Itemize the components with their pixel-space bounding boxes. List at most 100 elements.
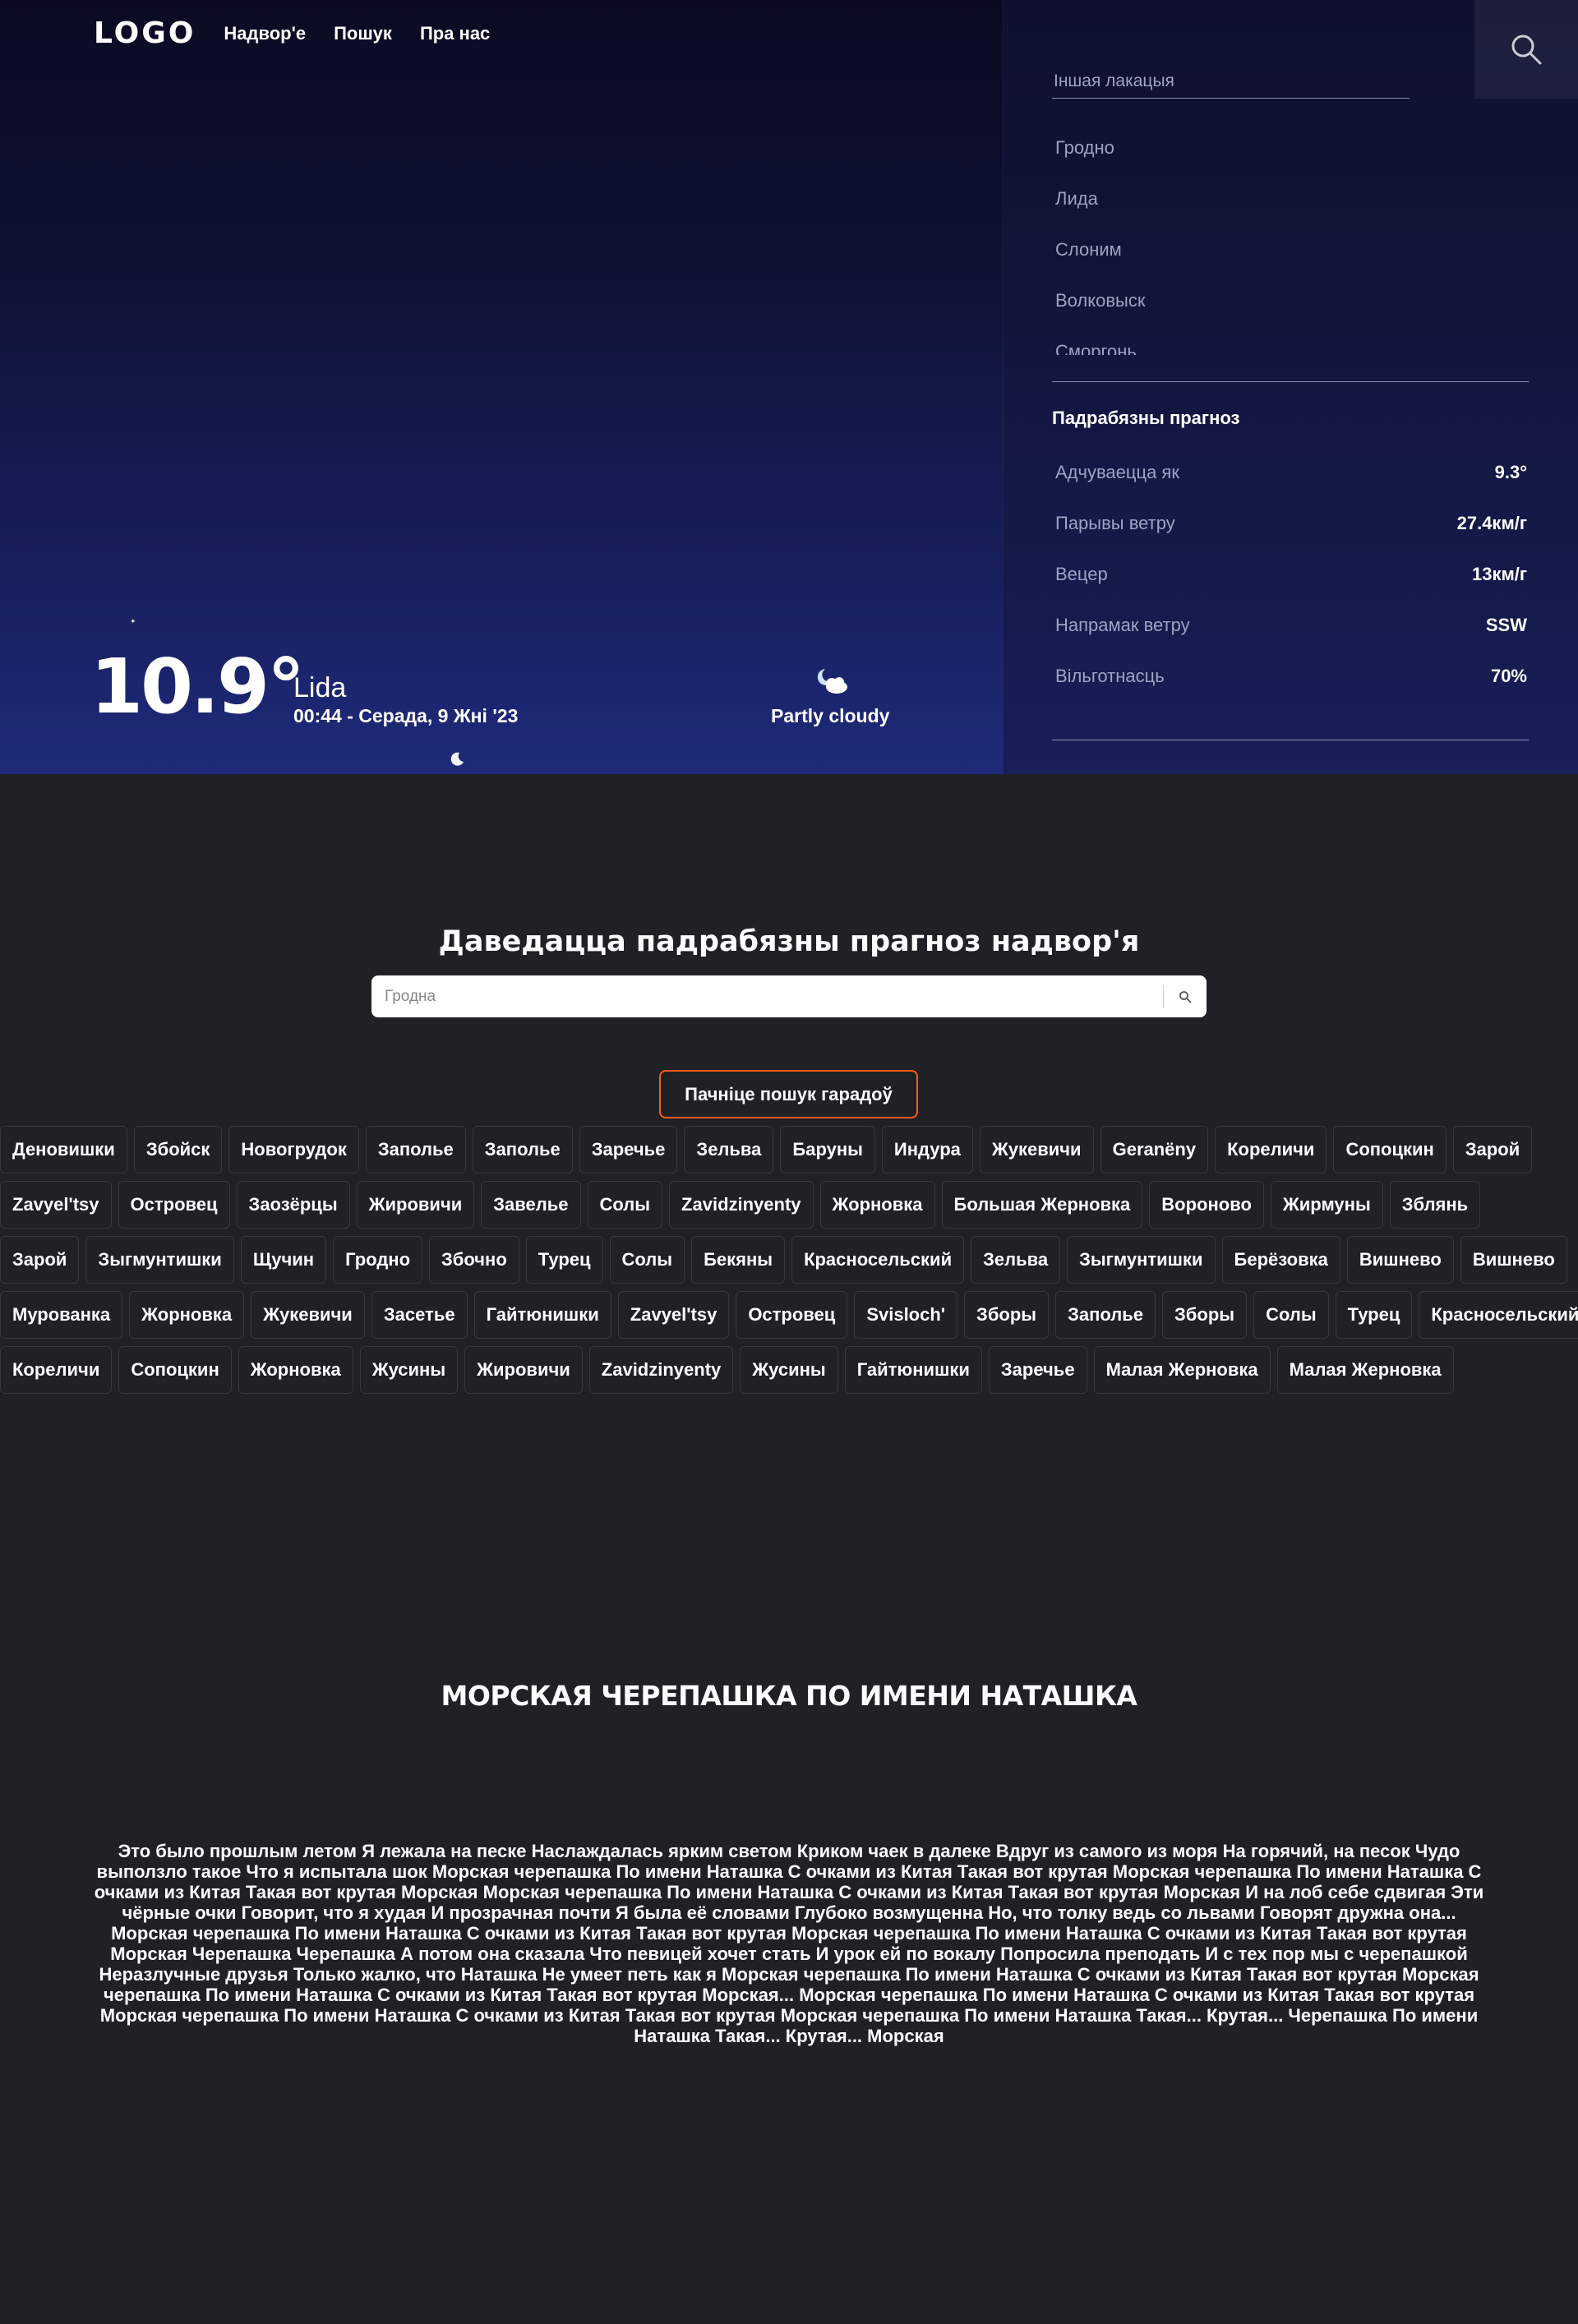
city-chip[interactable]: Сопоцкин bbox=[1333, 1126, 1446, 1174]
location-item[interactable]: Слоним bbox=[1055, 233, 1529, 284]
city-chip[interactable]: Бекяны bbox=[691, 1236, 786, 1284]
hero-section: LOGO Надвор'е Пошук Пра нас ✦ 10.9° Lida… bbox=[0, 0, 1578, 774]
city-chip[interactable]: Жусины bbox=[740, 1346, 838, 1394]
city-chip[interactable]: Жорновка bbox=[819, 1181, 935, 1229]
city-chip[interactable]: Щучин bbox=[240, 1236, 327, 1284]
city-chip[interactable]: Засетье bbox=[371, 1291, 468, 1339]
divider bbox=[1052, 381, 1529, 382]
chip-row: Кореличи Сопоцкин Жорновка Жусины Жирови… bbox=[0, 1346, 1578, 1394]
city-chip[interactable]: Zavyel'tsy bbox=[0, 1181, 112, 1229]
city-chip[interactable]: Большая Жерновка bbox=[941, 1181, 1143, 1229]
city-chip[interactable]: Завелье bbox=[481, 1181, 581, 1229]
city-chip[interactable]: Индура bbox=[881, 1126, 973, 1174]
logo[interactable]: LOGO bbox=[94, 16, 196, 50]
city-chip[interactable]: Зборы bbox=[964, 1291, 1050, 1339]
city-chip[interactable]: Заречье bbox=[579, 1126, 678, 1174]
panel-search-button[interactable] bbox=[1474, 0, 1578, 99]
nav-link-about[interactable]: Пра нас bbox=[420, 23, 490, 44]
city-chip[interactable]: Жирмуны bbox=[1270, 1181, 1383, 1229]
city-chip[interactable]: Жукевичи bbox=[251, 1291, 365, 1339]
city-chip[interactable]: Берёзовка bbox=[1221, 1236, 1340, 1284]
city-chip[interactable]: Geranëny bbox=[1100, 1126, 1209, 1174]
city-chip[interactable]: Гродно bbox=[333, 1236, 423, 1284]
current-city: Lida bbox=[293, 672, 347, 703]
detail-row-feels-like: Адчуваецца як 9.3° bbox=[1055, 462, 1527, 513]
city-chip[interactable]: Збочно bbox=[429, 1236, 519, 1284]
city-chip[interactable]: Жорновка bbox=[238, 1346, 353, 1394]
details-list: Адчуваецца як 9.3° Парывы ветру 27.4км/г… bbox=[1055, 462, 1527, 717]
city-chip[interactable]: Вишнево bbox=[1346, 1236, 1454, 1284]
city-chip[interactable]: Деновишки bbox=[0, 1126, 127, 1174]
city-chip[interactable]: Гайтюнишки bbox=[473, 1291, 611, 1339]
detail-value: 27.4км/г bbox=[1456, 513, 1527, 533]
details-title: Падрабязны прагноз bbox=[1052, 408, 1240, 428]
city-chip[interactable]: Зельва bbox=[971, 1236, 1061, 1284]
city-chip[interactable]: Жировичи bbox=[356, 1181, 475, 1229]
city-chip[interactable]: Жорновка bbox=[129, 1291, 245, 1339]
nav-link-search[interactable]: Пошук bbox=[334, 23, 392, 44]
city-chip[interactable]: Солы bbox=[1253, 1291, 1329, 1339]
city-chip[interactable]: Красносельский bbox=[791, 1236, 965, 1284]
city-chip[interactable]: Турец bbox=[1335, 1291, 1413, 1339]
location-item[interactable]: Гродно bbox=[1055, 131, 1529, 182]
current-datetime: 00:44 - Серада, 9 Жні '23 bbox=[293, 705, 519, 726]
city-search-input[interactable] bbox=[371, 975, 1163, 1017]
city-chip[interactable]: Вороново bbox=[1149, 1181, 1264, 1229]
partly-cloudy-night-icon bbox=[815, 667, 850, 699]
city-chip[interactable]: Zavyel'tsy bbox=[617, 1291, 730, 1339]
other-location-input[interactable] bbox=[1052, 64, 1410, 99]
search-submit-button[interactable] bbox=[1164, 990, 1207, 1003]
city-chip[interactable]: Зельва bbox=[684, 1126, 774, 1174]
city-chip[interactable]: Кореличи bbox=[1215, 1126, 1327, 1174]
moon-icon bbox=[449, 751, 465, 771]
city-chip[interactable]: Svisloch' bbox=[854, 1291, 958, 1339]
city-chip[interactable]: Збойск bbox=[133, 1126, 223, 1174]
location-item[interactable]: Лида bbox=[1055, 182, 1529, 233]
city-chip[interactable]: Заполье bbox=[1055, 1291, 1156, 1339]
location-item[interactable]: Волковыск bbox=[1055, 284, 1529, 335]
city-chip[interactable]: Жировичи bbox=[464, 1346, 583, 1394]
city-chip[interactable]: Заречье bbox=[988, 1346, 1087, 1394]
city-chip[interactable]: Зборы bbox=[1162, 1291, 1248, 1339]
city-chip[interactable]: Кореличи bbox=[0, 1346, 113, 1394]
city-chip[interactable]: Zavidzinyenty bbox=[588, 1346, 734, 1394]
city-chip[interactable]: Островец bbox=[118, 1181, 230, 1229]
city-chip[interactable]: Солы bbox=[587, 1181, 663, 1229]
city-chip[interactable]: Малая Жерновка bbox=[1093, 1346, 1271, 1394]
current-temperature: 10.9° bbox=[90, 643, 305, 731]
city-chip[interactable]: Солы bbox=[609, 1236, 685, 1284]
city-chip[interactable]: Зарой bbox=[0, 1236, 80, 1284]
start-city-search-button[interactable]: Пачніце пошук гарадоў bbox=[659, 1070, 918, 1118]
city-chip[interactable]: Зыгмунтишки bbox=[1067, 1236, 1216, 1284]
city-chip[interactable]: Жукевичи bbox=[979, 1126, 1094, 1174]
city-chip[interactable]: Вишнево bbox=[1460, 1236, 1567, 1284]
city-chip[interactable]: Мурованка bbox=[0, 1291, 123, 1339]
city-chip[interactable]: Заполье bbox=[365, 1126, 466, 1174]
city-chip[interactable]: Зблянь bbox=[1389, 1181, 1481, 1229]
detail-label: Адчуваецца як bbox=[1055, 462, 1179, 482]
detail-label: Вільготнасць bbox=[1055, 666, 1165, 686]
current-condition: Partly cloudy bbox=[771, 705, 890, 726]
city-chip[interactable]: Zavidzinyenty bbox=[669, 1181, 814, 1229]
city-chip[interactable]: Заозёрцы bbox=[236, 1181, 350, 1229]
city-chip[interactable]: Новогрудок bbox=[228, 1126, 359, 1174]
location-item[interactable]: Сморгонь bbox=[1055, 335, 1529, 355]
chip-row: Деновишки Збойск Новогрудок Заполье Запо… bbox=[0, 1126, 1578, 1174]
nav-link-weather[interactable]: Надвор'е bbox=[224, 23, 306, 44]
city-chip[interactable]: Баруны bbox=[780, 1126, 875, 1174]
city-chip[interactable]: Малая Жерновка bbox=[1276, 1346, 1454, 1394]
article-body: Это было прошлым летом Я лежала на песке… bbox=[94, 1841, 1484, 2046]
detail-row-gusts: Парывы ветру 27.4км/г bbox=[1055, 513, 1527, 564]
city-chip[interactable]: Островец bbox=[736, 1291, 848, 1339]
city-chip[interactable]: Турец bbox=[525, 1236, 603, 1284]
city-chip[interactable]: Жусины bbox=[359, 1346, 459, 1394]
city-chip[interactable]: Зыгмунтишки bbox=[85, 1236, 234, 1284]
city-chip[interactable]: Красносельский bbox=[1419, 1291, 1578, 1339]
search-icon bbox=[1179, 990, 1192, 1003]
chip-row: Зарой Зыгмунтишки Щучин Гродно Збочно Ту… bbox=[0, 1236, 1578, 1284]
city-chip[interactable]: Заполье bbox=[472, 1126, 573, 1174]
city-chip[interactable]: Сопоцкин bbox=[118, 1346, 232, 1394]
city-chip[interactable]: Зарой bbox=[1452, 1126, 1533, 1174]
city-chip[interactable]: Гайтюнишки bbox=[844, 1346, 982, 1394]
search-icon bbox=[1511, 35, 1542, 65]
